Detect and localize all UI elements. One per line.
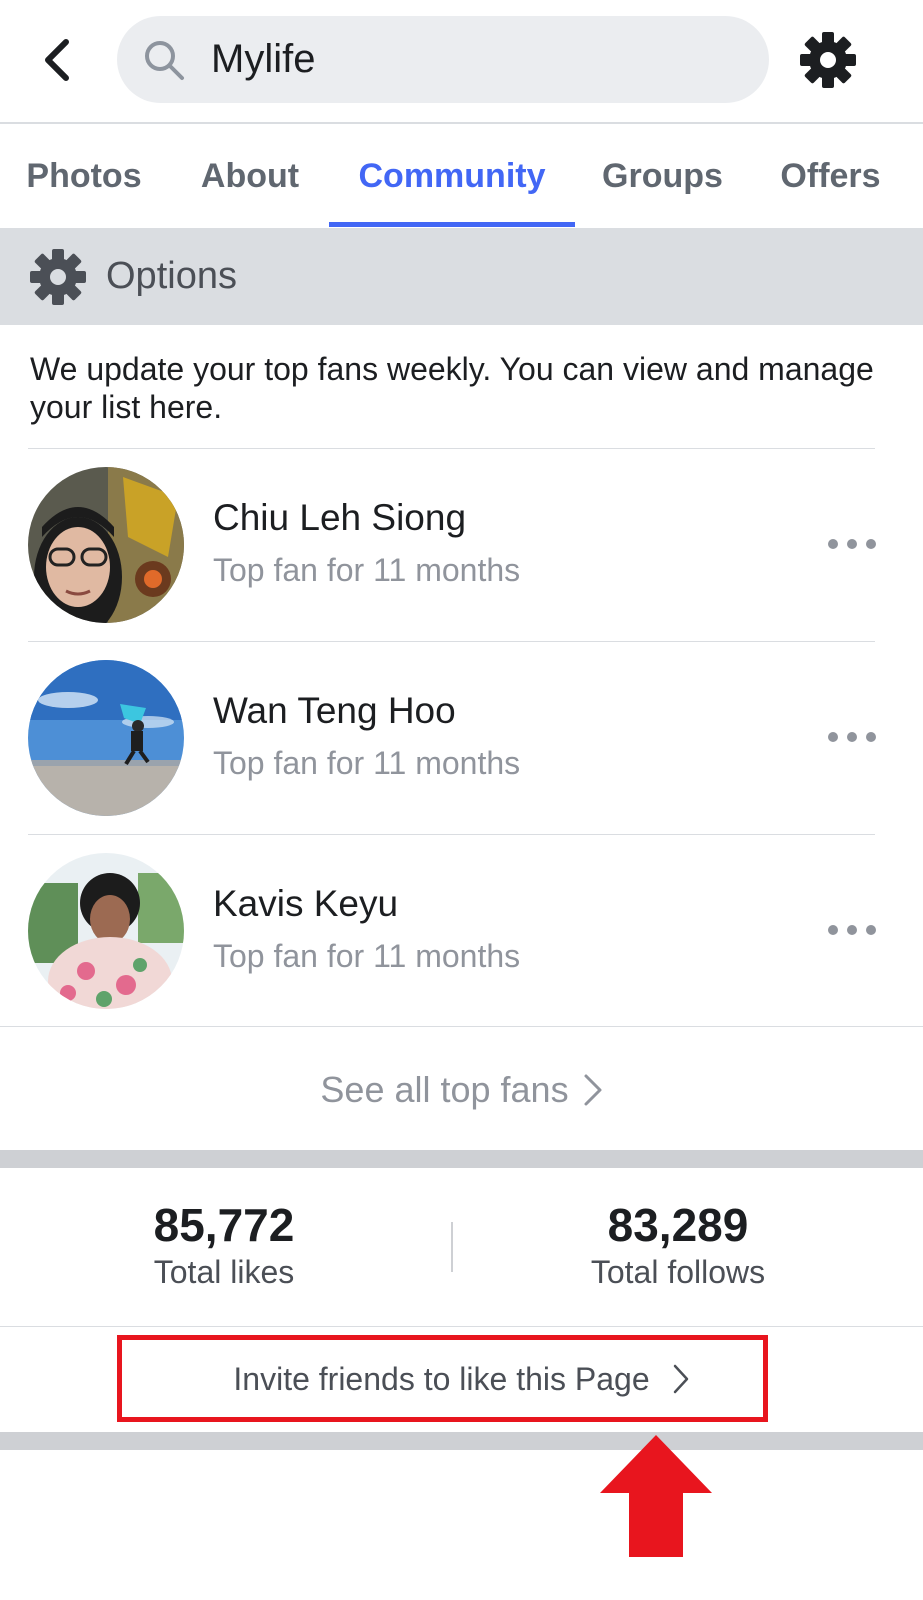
list-item[interactable]: Wan Teng Hoo Top fan for 11 months xyxy=(0,641,923,833)
see-all-label: See all top fans xyxy=(320,1069,569,1110)
chevron-left-icon xyxy=(45,39,69,81)
invite-friends-button[interactable]: Invite friends to like this Page xyxy=(0,1327,923,1431)
more-dots-icon xyxy=(828,732,838,742)
fan-duration: Top fan for 11 months xyxy=(213,552,521,588)
avatar[interactable] xyxy=(28,660,184,816)
list-item[interactable]: Chiu Leh Siong Top fan for 11 months xyxy=(0,448,923,640)
search-bar[interactable] xyxy=(117,16,769,103)
tab-offers[interactable]: Offers xyxy=(768,124,893,228)
chevron-right-icon xyxy=(584,1074,602,1106)
total-likes-value: 85,772 xyxy=(153,1199,295,1251)
options-button[interactable]: Options xyxy=(0,228,923,325)
more-options-button[interactable] xyxy=(828,914,876,946)
fan-duration: Top fan for 11 months xyxy=(213,745,521,781)
list-item[interactable]: Kavis Keyu Top fan for 11 months xyxy=(0,834,923,1026)
total-follows-value: 83,289 xyxy=(607,1199,749,1251)
top-fans-description: We update your top fans weekly. You can … xyxy=(30,351,874,425)
fan-duration: Top fan for 11 months xyxy=(213,938,521,974)
section-separator xyxy=(0,1432,923,1450)
section-separator xyxy=(0,1150,923,1168)
tab-groups[interactable]: Groups xyxy=(590,124,735,228)
fan-name[interactable]: Wan Teng Hoo xyxy=(213,690,456,732)
search-input[interactable] xyxy=(211,37,731,82)
tab-about[interactable]: About xyxy=(184,124,316,228)
options-label: Options xyxy=(106,255,237,297)
search-icon xyxy=(145,40,184,80)
page-tabs: Photos About Community Groups Offers xyxy=(0,124,923,228)
active-tab-indicator xyxy=(329,222,575,227)
total-follows-stat: 83,289 Total follows xyxy=(518,1198,838,1292)
chevron-right-icon xyxy=(673,1364,688,1394)
more-dots-icon xyxy=(828,539,838,549)
back-button[interactable] xyxy=(30,30,82,90)
total-likes-label: Total likes xyxy=(153,1254,295,1290)
avatar[interactable] xyxy=(28,467,184,623)
settings-button[interactable] xyxy=(796,28,860,92)
top-bar xyxy=(0,0,923,124)
invite-label: Invite friends to like this Page xyxy=(233,1360,650,1397)
tab-community[interactable]: Community xyxy=(329,124,575,228)
divider xyxy=(451,1222,453,1272)
gear-icon xyxy=(800,32,856,88)
total-follows-label: Total follows xyxy=(590,1254,766,1290)
total-likes-stat: 85,772 Total likes xyxy=(64,1198,384,1292)
fan-name[interactable]: Chiu Leh Siong xyxy=(213,497,466,539)
tab-photos[interactable]: Photos xyxy=(12,124,156,228)
fan-name[interactable]: Kavis Keyu xyxy=(213,883,398,925)
more-dots-icon xyxy=(828,925,838,935)
avatar[interactable] xyxy=(28,853,184,1009)
see-all-top-fans-link[interactable]: See all top fans xyxy=(0,1030,923,1150)
divider xyxy=(0,1026,923,1027)
more-options-button[interactable] xyxy=(828,721,876,753)
gear-icon xyxy=(30,248,86,305)
more-options-button[interactable] xyxy=(828,528,876,560)
annotation-arrow-up-icon xyxy=(600,1435,712,1557)
